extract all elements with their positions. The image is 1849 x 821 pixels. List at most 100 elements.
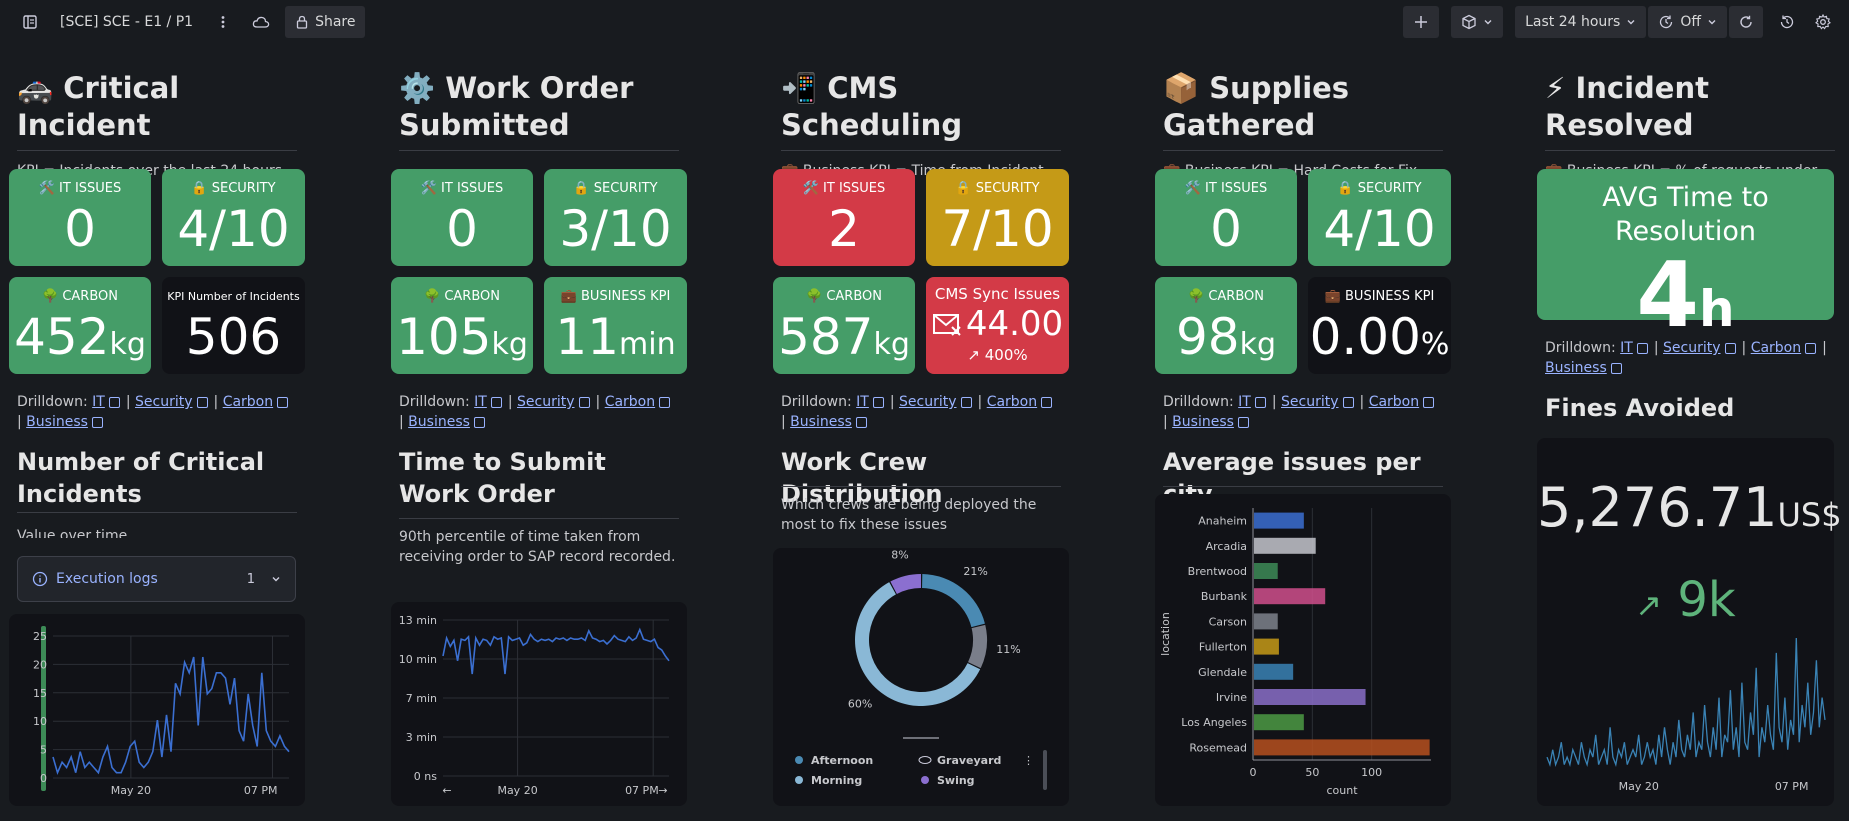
refresh-icon [1740, 15, 1752, 28]
separator: | [595, 394, 601, 410]
external-link-icon [91, 416, 103, 428]
avg-resolution-tile[interactable]: AVG Time to Resolution 4h [1537, 169, 1834, 343]
drilldown-business-link[interactable]: Business [790, 414, 852, 430]
critical-incidents-chart: 0 5 10 15 20 25 May 20 07 PM [9, 614, 305, 806]
drilldown-security-link[interactable]: Security [1281, 394, 1339, 410]
security-tile[interactable]: 🔒 SECURITY 4/10 [1308, 169, 1451, 266]
business-kpi-tile[interactable]: 💼 BUSINESS KPI 0.00% [1308, 277, 1451, 374]
separator: | [1271, 394, 1277, 410]
separator: | [1359, 394, 1365, 410]
share-button[interactable]: Share [285, 6, 366, 38]
tile-value: 98 [1175, 308, 1240, 366]
drilldown-carbon-link[interactable]: Carbon [605, 394, 655, 410]
bar [1254, 689, 1366, 705]
it-issues-tile[interactable]: 🛠️ IT ISSUES 0 [9, 169, 151, 266]
drilldown-carbon-link[interactable]: Carbon [1751, 340, 1801, 356]
slice-label: 11% [996, 643, 1020, 656]
x-tick-label: 0 [1250, 766, 1257, 779]
business-kpi-tile[interactable]: 💼 BUSINESS KPI 11min [544, 277, 687, 374]
chart-description: Value over time [17, 528, 128, 538]
bar [1254, 663, 1294, 680]
drilldown-business-link[interactable]: Business [1172, 414, 1234, 430]
tile-unit: kg [1239, 327, 1277, 362]
it-issues-tile[interactable]: 🛠️ IT ISSUES 0 [391, 169, 533, 266]
history-icon[interactable] [1773, 8, 1801, 36]
carbon-tile[interactable]: 🌳 CARBON 105kg [391, 277, 533, 374]
time-range-picker[interactable]: Last 24 hours [1515, 6, 1647, 38]
legend-swatch [795, 756, 803, 764]
carbon-tile[interactable]: 🌳 CARBON 98kg [1155, 277, 1297, 374]
panel-title: 📦 Supplies Gathered [1163, 71, 1350, 142]
x-tick-label: 07 PM [244, 784, 278, 797]
drilldown-carbon-link[interactable]: Carbon [1369, 394, 1419, 410]
carbon-tile[interactable]: 🌳 CARBON 587kg [773, 277, 915, 374]
drilldown-carbon-link[interactable]: Carbon [223, 394, 273, 410]
y-tick-label: 0 ns [414, 770, 437, 783]
drilldown-prefix: Drilldown: [1163, 394, 1234, 410]
cms-sync-issues-tile[interactable]: CMS Sync Issues 44.00 ↗ 400% [926, 277, 1069, 374]
security-tile[interactable]: 🔒 SECURITY 3/10 [544, 169, 687, 266]
x-tick-label: May 20 [111, 784, 151, 797]
dock-menu-icon[interactable] [16, 8, 44, 36]
separator: | [17, 414, 22, 430]
drilldown-business-link[interactable]: Business [26, 414, 88, 430]
external-link-icon [108, 396, 120, 408]
drilldown-security-link[interactable]: Security [899, 394, 957, 410]
kpi-incidents-tile[interactable]: KPI Number of Incidents 506 [162, 277, 305, 374]
separator: | [1822, 340, 1827, 356]
work-order-time-chart: 0 ns 3 min 7 min 10 min 13 min May 20 07 PM ← → [391, 602, 687, 806]
drilldown-it-link[interactable]: IT [1238, 394, 1251, 410]
it-issues-tile[interactable]: 🛠️ IT ISSUES 2 [773, 169, 915, 266]
it-issues-tile[interactable]: 🛠️ IT ISSUES 0 [1155, 169, 1297, 266]
security-tile[interactable]: 🔒 SECURITY 4/10 [162, 169, 305, 266]
scrollbar [1043, 750, 1047, 790]
tile-value: 7/10 [941, 200, 1054, 258]
drilldown-security-link[interactable]: Security [135, 394, 193, 410]
kebab-menu-icon[interactable] [209, 8, 237, 36]
drilldown-it-link[interactable]: IT [92, 394, 105, 410]
drilldown-security-link[interactable]: Security [517, 394, 575, 410]
tile-label: 🛠️ IT ISSUES [1184, 181, 1268, 196]
gear-icon[interactable] [1809, 8, 1837, 36]
bar [1254, 739, 1430, 756]
pie-slice [890, 574, 921, 594]
category-label: Anaheim [1198, 515, 1247, 528]
security-tile[interactable]: 🔒 SECURITY 7/10 [926, 169, 1069, 266]
tile-value: 11 [555, 308, 620, 366]
separator: | [213, 394, 219, 410]
library-panel-button[interactable] [1451, 6, 1504, 38]
legend-label: Afternoon [811, 754, 873, 767]
tile-value: 587 [778, 308, 874, 366]
legend-swatch [795, 776, 803, 784]
tile-label: 🔒 SECURITY [955, 181, 1040, 196]
drilldown-it-link[interactable]: IT [474, 394, 487, 410]
y-tick-label: 0 [40, 772, 47, 785]
external-link-icon [490, 396, 502, 408]
legend-label: Swing [937, 774, 975, 787]
y-tick-label: 13 min [399, 614, 437, 627]
drilldown-business-link[interactable]: Business [1545, 360, 1607, 376]
drilldown-security-link[interactable]: Security [1663, 340, 1721, 356]
drilldown-business-link[interactable]: Business [408, 414, 470, 430]
drilldown-it-link[interactable]: IT [856, 394, 869, 410]
tile-label: 🌳 CARBON [806, 289, 882, 304]
tile-label: AVG Time to Resolution [1602, 182, 1769, 247]
auto-refresh-picker[interactable]: Off [1648, 6, 1727, 38]
pie-slice [968, 624, 987, 669]
drilldown-it-link[interactable]: IT [1620, 340, 1633, 356]
dashboard-title[interactable]: [SCE] SCE - E1 / P1 [60, 14, 193, 30]
separator: | [125, 394, 131, 410]
execution-logs-toggle[interactable]: Execution logs 1 [17, 556, 296, 602]
pan-right-icon: → [658, 784, 667, 797]
add-panel-button[interactable] [1403, 6, 1440, 38]
info-icon [32, 571, 48, 587]
cloud-icon[interactable] [247, 8, 275, 36]
tile-unit: % [1420, 327, 1450, 362]
carbon-tile[interactable]: 🌳 CARBON 452kg [9, 277, 151, 374]
refresh-button[interactable] [1729, 6, 1763, 38]
tile-value: 506 [185, 308, 282, 366]
tile-label: 🌳 CARBON [42, 289, 118, 304]
drilldown-carbon-link[interactable]: Carbon [987, 394, 1037, 410]
tile-label: 🛠️ IT ISSUES [802, 181, 886, 196]
execution-logs-label: Execution logs [56, 571, 158, 587]
